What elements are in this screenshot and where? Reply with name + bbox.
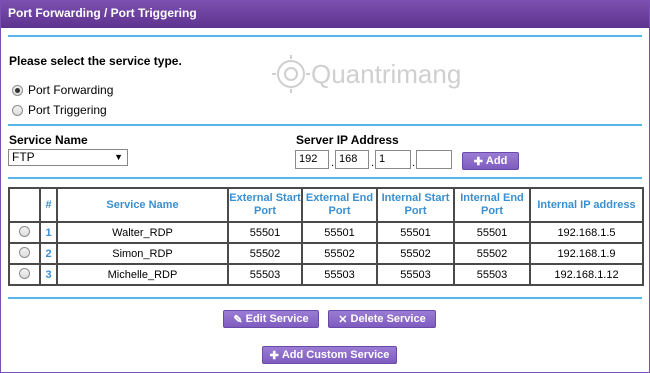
row-select-cell[interactable] bbox=[8, 242, 41, 265]
service-name-cell: Simon_RDP bbox=[56, 242, 229, 265]
internal-end-port-cell: 55501 bbox=[453, 221, 531, 244]
radio-button[interactable] bbox=[12, 104, 23, 116]
ip-octet-4[interactable] bbox=[416, 150, 452, 169]
service-type-prompt: Please select the service type. bbox=[9, 54, 182, 68]
radio-port-forwarding[interactable]: Port Forwarding bbox=[12, 83, 113, 97]
radio-button-checked[interactable] bbox=[12, 84, 23, 96]
ip-dot: . bbox=[331, 157, 335, 169]
plus-icon: ✚ bbox=[269, 349, 279, 362]
internal-ip-cell: 192.168.1.12 bbox=[529, 263, 644, 286]
service-name-label: Service Name bbox=[9, 133, 88, 147]
window-title: Port Forwarding / Port Triggering bbox=[1, 1, 649, 28]
external-end-port-cell: 55502 bbox=[301, 242, 378, 265]
add-button[interactable]: ✚ Add bbox=[462, 152, 519, 170]
column-header: Internal Start Port bbox=[376, 187, 455, 223]
column-header: Service Name bbox=[56, 187, 229, 223]
internal-start-port-cell: 55501 bbox=[376, 221, 455, 244]
ip-octet-3[interactable]: 1 bbox=[375, 150, 411, 169]
service-name-cell: Michelle_RDP bbox=[56, 263, 229, 286]
server-ip-label: Server IP Address bbox=[296, 133, 399, 147]
internal-end-port-cell: 55503 bbox=[453, 263, 531, 286]
internal-end-port-cell: 55502 bbox=[453, 242, 531, 265]
service-name-cell: Walter_RDP bbox=[56, 221, 229, 244]
radio-label: Port Forwarding bbox=[28, 83, 114, 97]
external-end-port-cell: 55503 bbox=[301, 263, 378, 286]
external-end-port-cell: 55501 bbox=[301, 221, 378, 244]
delete-service-label: Delete Service bbox=[350, 313, 426, 325]
x-icon: ✕ bbox=[338, 313, 348, 326]
dropdown-arrow-icon: ▼ bbox=[114, 152, 123, 162]
radio-label: Port Triggering bbox=[28, 103, 107, 117]
divider bbox=[8, 124, 642, 126]
external-start-port-cell: 55501 bbox=[227, 221, 303, 244]
add-button-label: Add bbox=[485, 155, 508, 167]
external-start-port-cell: 55503 bbox=[227, 263, 303, 286]
divider bbox=[8, 35, 642, 37]
row-number: 1 bbox=[39, 221, 58, 244]
column-header: # bbox=[39, 187, 58, 223]
table-row[interactable]: 2 Simon_RDP 55502 55502 55502 55502 192.… bbox=[8, 242, 644, 265]
column-header: Internal IP address bbox=[529, 187, 644, 223]
edit-service-label: Edit Service bbox=[245, 313, 309, 325]
ip-dot: . bbox=[371, 157, 375, 169]
select-column-header bbox=[8, 187, 41, 223]
internal-start-port-cell: 55502 bbox=[376, 242, 455, 265]
row-select-cell[interactable] bbox=[8, 263, 41, 286]
row-radio-button[interactable] bbox=[19, 246, 30, 258]
divider bbox=[8, 297, 642, 299]
delete-service-button[interactable]: ✕ Delete Service bbox=[328, 310, 436, 328]
row-select-cell[interactable] bbox=[8, 221, 41, 244]
internal-ip-cell: 192.168.1.5 bbox=[529, 221, 644, 244]
column-header: Internal End Port bbox=[453, 187, 531, 223]
internal-ip-cell: 192.168.1.9 bbox=[529, 242, 644, 265]
ip-octet-1[interactable]: 192 bbox=[295, 150, 329, 169]
port-forwarding-panel: Port Forwarding / Port Triggering Quantr… bbox=[0, 0, 650, 373]
divider bbox=[8, 177, 642, 179]
add-custom-service-label: Add Custom Service bbox=[281, 349, 390, 361]
table-header-row: # Service Name External Start Port Exter… bbox=[8, 187, 644, 223]
ip-octet-2[interactable]: 168 bbox=[335, 150, 369, 169]
edit-service-button[interactable]: ✎ Edit Service bbox=[223, 310, 319, 328]
row-number: 3 bbox=[39, 263, 58, 286]
service-table: # Service Name External Start Port Exter… bbox=[8, 187, 644, 286]
external-start-port-cell: 55502 bbox=[227, 242, 303, 265]
watermark-text: Quantrimang bbox=[311, 59, 461, 89]
column-header: External End Port bbox=[301, 187, 378, 223]
service-name-value: FTP bbox=[12, 150, 35, 164]
plus-icon: ✚ bbox=[473, 155, 483, 168]
service-name-select[interactable]: FTP ▼ bbox=[8, 149, 128, 166]
column-header: External Start Port bbox=[227, 187, 303, 223]
table-row[interactable]: 3 Michelle_RDP 55503 55503 55503 55503 1… bbox=[8, 263, 644, 286]
add-custom-service-button[interactable]: ✚ Add Custom Service bbox=[262, 346, 397, 364]
watermark-logo: Quantrimang bbox=[271, 53, 481, 95]
ip-dot: . bbox=[412, 157, 416, 169]
table-row[interactable]: 1 Walter_RDP 55501 55501 55501 55501 192… bbox=[8, 221, 644, 244]
internal-start-port-cell: 55503 bbox=[376, 263, 455, 286]
row-radio-button[interactable] bbox=[19, 267, 30, 279]
radio-port-triggering[interactable]: Port Triggering bbox=[12, 103, 107, 117]
row-number: 2 bbox=[39, 242, 58, 265]
row-radio-button[interactable] bbox=[19, 225, 30, 237]
pencil-icon: ✎ bbox=[233, 313, 243, 326]
